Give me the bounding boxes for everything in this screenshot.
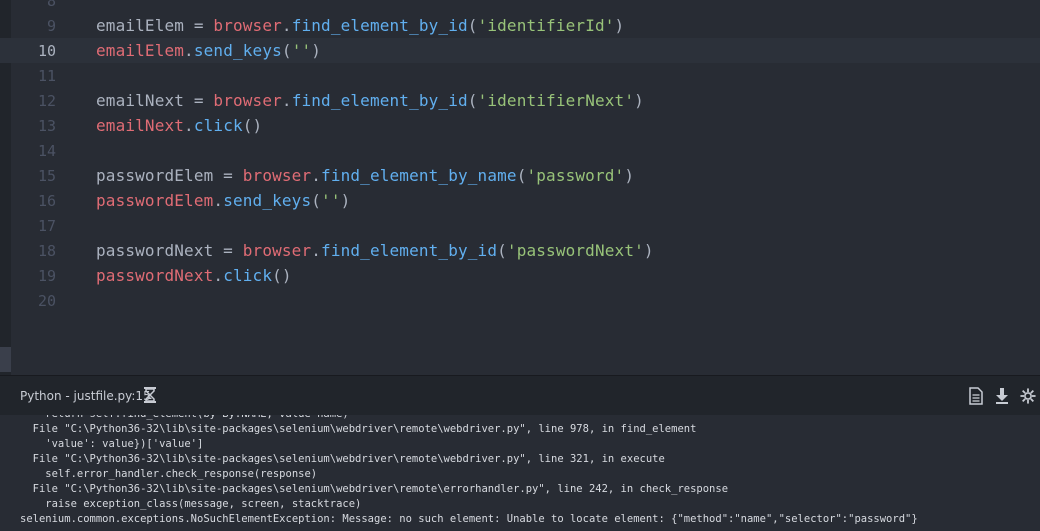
line-number: 19 (37, 266, 56, 285)
code-token-plain: ) (624, 166, 635, 185)
code-token-var: emailNext (96, 116, 185, 135)
code-token-str: '' (291, 41, 312, 60)
code-token-plain: ) (311, 41, 322, 60)
output-line: raise exception_class(message, screen, s… (20, 498, 362, 510)
code-token-plain: () (272, 266, 292, 285)
code-token-var: browser (213, 91, 282, 110)
settings-icon[interactable] (1020, 387, 1036, 405)
code-editor[interactable]: 8 9 emailElem = browser.find_element_by_id… (0, 0, 1040, 375)
code-token-plain: ( (311, 191, 322, 210)
code-text[interactable]: passwordElem.send_keys('') (96, 191, 350, 210)
code-token-fn: find_element_by_name (321, 166, 517, 185)
hourglass-icon (144, 387, 156, 403)
line-number: 8 (46, 0, 56, 10)
code-token-plain: () (242, 116, 263, 135)
code-token-plain: ) (340, 191, 351, 210)
line-number: 17 (37, 216, 56, 235)
output-line: File "C:\Python36-32\lib\site-packages\s… (20, 423, 697, 435)
code-token-plain: . (213, 266, 224, 285)
code-token-str: 'passwordNext' (506, 241, 644, 260)
code-text[interactable]: emailElem = browser.find_element_by_id('… (96, 16, 624, 35)
code-line[interactable]: 19 passwordNext.click() (0, 263, 1040, 288)
code-token-plain: ( (281, 41, 292, 60)
code-token-plain: . (311, 166, 322, 185)
line-number: 11 (37, 66, 56, 85)
code-token-fn: send_keys (193, 41, 282, 60)
code-token-var: browser (242, 166, 312, 185)
code-token-fn: send_keys (223, 191, 312, 210)
output-console[interactable]: return self.find_element(by=By.NAME, val… (0, 415, 1040, 531)
code-token-plain: . (184, 116, 194, 135)
line-number: 10 (37, 41, 56, 60)
code-token-str: 'identifierNext' (477, 91, 635, 110)
code-line[interactable]: 10 emailElem.send_keys('') (0, 38, 1040, 63)
code-token-var: browser (213, 16, 282, 35)
code-line[interactable]: 11 (0, 63, 1040, 88)
output-line: 'value': value})['value'] (20, 438, 204, 450)
code-token-plain: . (281, 91, 292, 110)
code-token-fn: click (193, 116, 243, 135)
code-token-var: browser (242, 241, 312, 260)
code-token-plain: . (184, 41, 194, 60)
code-line[interactable]: 9 emailElem = browser.find_element_by_id(… (0, 13, 1040, 38)
code-token-str: 'identifierId' (477, 16, 615, 35)
line-number: 20 (37, 291, 56, 310)
code-token-fn: click (223, 266, 273, 285)
output-line: self.error_handler.check_response(respon… (20, 468, 318, 480)
output-line: selenium.common.exceptions.NoSuchElement… (20, 513, 918, 525)
code-line[interactable]: 16 passwordElem.send_keys('') (0, 188, 1040, 213)
download-icon[interactable] (994, 387, 1010, 405)
code-token-fn: find_element_by_id (291, 16, 468, 35)
code-line[interactable]: 20 (0, 288, 1040, 313)
code-line[interactable]: 8 (0, 0, 1040, 13)
code-line[interactable]: 17 (0, 213, 1040, 238)
code-text[interactable]: passwordNext = browser.find_element_by_i… (96, 241, 654, 260)
code-token-plain: . (311, 241, 322, 260)
code-token-str: '' (321, 191, 341, 210)
document-icon[interactable] (968, 387, 984, 405)
code-token-plain: ) (634, 91, 644, 110)
code-token-var: emailElem (96, 41, 185, 60)
code-token-plain: emailNext = (96, 91, 214, 110)
line-number: 14 (37, 141, 56, 160)
code-token-plain: ) (643, 241, 654, 260)
line-number: 15 (37, 166, 56, 185)
panel-title: Python - justfile.py:15 (20, 389, 151, 403)
line-number: 13 (37, 116, 56, 135)
code-line[interactable]: 15 passwordElem = browser.find_element_by… (0, 163, 1040, 188)
code-text[interactable]: emailNext.click() (96, 116, 262, 135)
code-line[interactable]: 13 emailNext.click() (0, 113, 1040, 138)
code-token-plain: passwordElem = (96, 166, 243, 185)
code-line[interactable]: 18 passwordNext = browser.find_element_by… (0, 238, 1040, 263)
output-line: File "C:\Python36-32\lib\site-packages\s… (20, 453, 665, 465)
code-token-plain: . (213, 191, 224, 210)
scroll-marker (0, 347, 11, 372)
code-token-plain: ) (614, 16, 625, 35)
code-token-plain: ( (467, 91, 478, 110)
code-text[interactable]: emailElem.send_keys('') (96, 41, 321, 60)
code-text[interactable]: emailNext = browser.find_element_by_id('… (96, 91, 644, 110)
line-number: 18 (37, 241, 56, 260)
output-line: File "C:\Python36-32\lib\site-packages\s… (20, 483, 729, 495)
code-text[interactable]: passwordElem = browser.find_element_by_n… (96, 166, 634, 185)
line-number: 12 (37, 91, 56, 110)
code-text[interactable]: passwordNext.click() (96, 266, 292, 285)
line-number: 16 (37, 191, 56, 210)
code-token-plain: ( (516, 166, 527, 185)
code-token-var: passwordElem (96, 191, 214, 210)
code-line[interactable]: 12 emailNext = browser.find_element_by_id… (0, 88, 1040, 113)
code-token-str: 'password' (526, 166, 625, 185)
code-token-plain: . (281, 16, 292, 35)
code-token-fn: find_element_by_id (291, 91, 468, 110)
code-token-plain: ( (467, 16, 478, 35)
output-panel-header: Python - justfile.py:15 (0, 375, 1040, 415)
code-token-plain: ( (497, 241, 507, 260)
output-line: return self.find_element(by=By.NAME, val… (20, 415, 348, 422)
code-token-fn: find_element_by_id (321, 241, 498, 260)
code-token-plain: emailElem = (96, 16, 214, 35)
code-token-plain: passwordNext = (96, 241, 243, 260)
code-line[interactable]: 14 (0, 138, 1040, 163)
code-token-var: passwordNext (96, 266, 214, 285)
line-number: 9 (46, 16, 56, 35)
